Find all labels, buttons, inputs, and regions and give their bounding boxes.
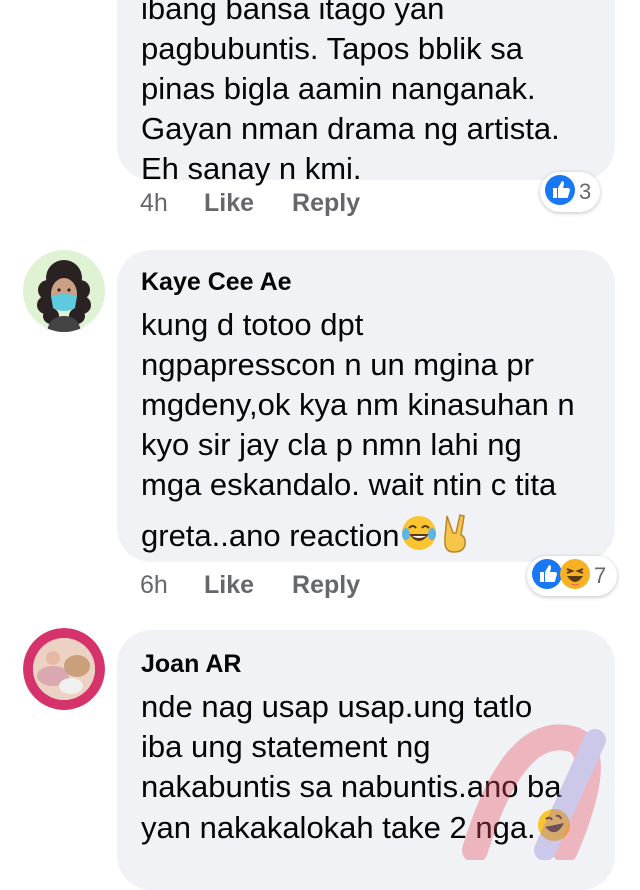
comment-actions: 6h Like Reply	[140, 565, 360, 605]
comment-text-line: pagbubuntis. Tapos bblik sa	[141, 31, 524, 66]
avatar[interactable]	[23, 250, 105, 332]
like-button[interactable]: Like	[204, 571, 254, 600]
comment-text-line: ngpapresscon n un mgina pr	[141, 347, 534, 382]
comment-text-line: nakabuntis sa nabuntis.ano ba	[141, 769, 562, 804]
reaction-count: 7	[594, 563, 607, 588]
reaction-summary[interactable]: 7	[527, 556, 617, 596]
comment-actions: 4h Like Reply	[140, 183, 360, 223]
comment-text-line: ibang bansa itago yan	[141, 0, 445, 26]
comment-text-segment: yan nakakalokah take 2 nga.	[141, 810, 536, 846]
like-button[interactable]: Like	[204, 189, 254, 218]
comment-text-line: mga eskandalo. wait ntin c tita	[141, 467, 557, 502]
like-reaction-icon	[544, 174, 576, 211]
comment-text-line: kyo sir jay cla p nmn lahi ng	[141, 427, 522, 462]
comment-text-line-with-emoji: greta..ano reaction	[141, 513, 591, 563]
rolling-on-floor-laughing-emoji	[536, 807, 572, 853]
comment-author[interactable]: Joan AR	[141, 649, 591, 679]
avatar[interactable]	[23, 628, 105, 710]
comment-text-line: Gayan nman drama ng artista.	[141, 111, 560, 146]
comment-timestamp[interactable]: 4h	[140, 189, 204, 218]
comment-bubble: Kaye Cee Ae kung d totoo dpt ngpapressco…	[117, 250, 615, 562]
comment-timestamp[interactable]: 6h	[140, 571, 204, 600]
haha-reaction-icon	[559, 558, 591, 595]
comment-text-line: kung d totoo dpt	[141, 307, 364, 342]
comment-text-segment: greta..ano reaction	[141, 518, 400, 554]
comment-text-line: iba ung statement ng	[141, 729, 431, 764]
victory-hand-emoji	[438, 513, 472, 563]
face-with-tears-of-joy-emoji	[400, 514, 438, 562]
comment-text-line: mgdeny,ok kya nm kinasuhan n	[141, 387, 575, 422]
comment-bubble: ibang bansa itago yan pagbubuntis. Tapos…	[117, 0, 615, 186]
comment-text-line: nde nag usap usap.ung tatlo	[141, 689, 533, 724]
reaction-count: 3	[579, 179, 592, 204]
comment-bubble: Joan AR nde nag usap usap.ung tatlo iba …	[117, 630, 615, 890]
reply-button[interactable]: Reply	[292, 189, 360, 218]
comment-author[interactable]: Kaye Cee Ae	[141, 267, 591, 297]
reaction-summary[interactable]: 3	[540, 172, 600, 212]
comment-text-line: pinas bigla aamin nanganak.	[141, 71, 536, 106]
comment-text-line-with-emoji: yan nakakalokah take 2 nga.	[141, 807, 591, 853]
reply-button[interactable]: Reply	[292, 571, 360, 600]
